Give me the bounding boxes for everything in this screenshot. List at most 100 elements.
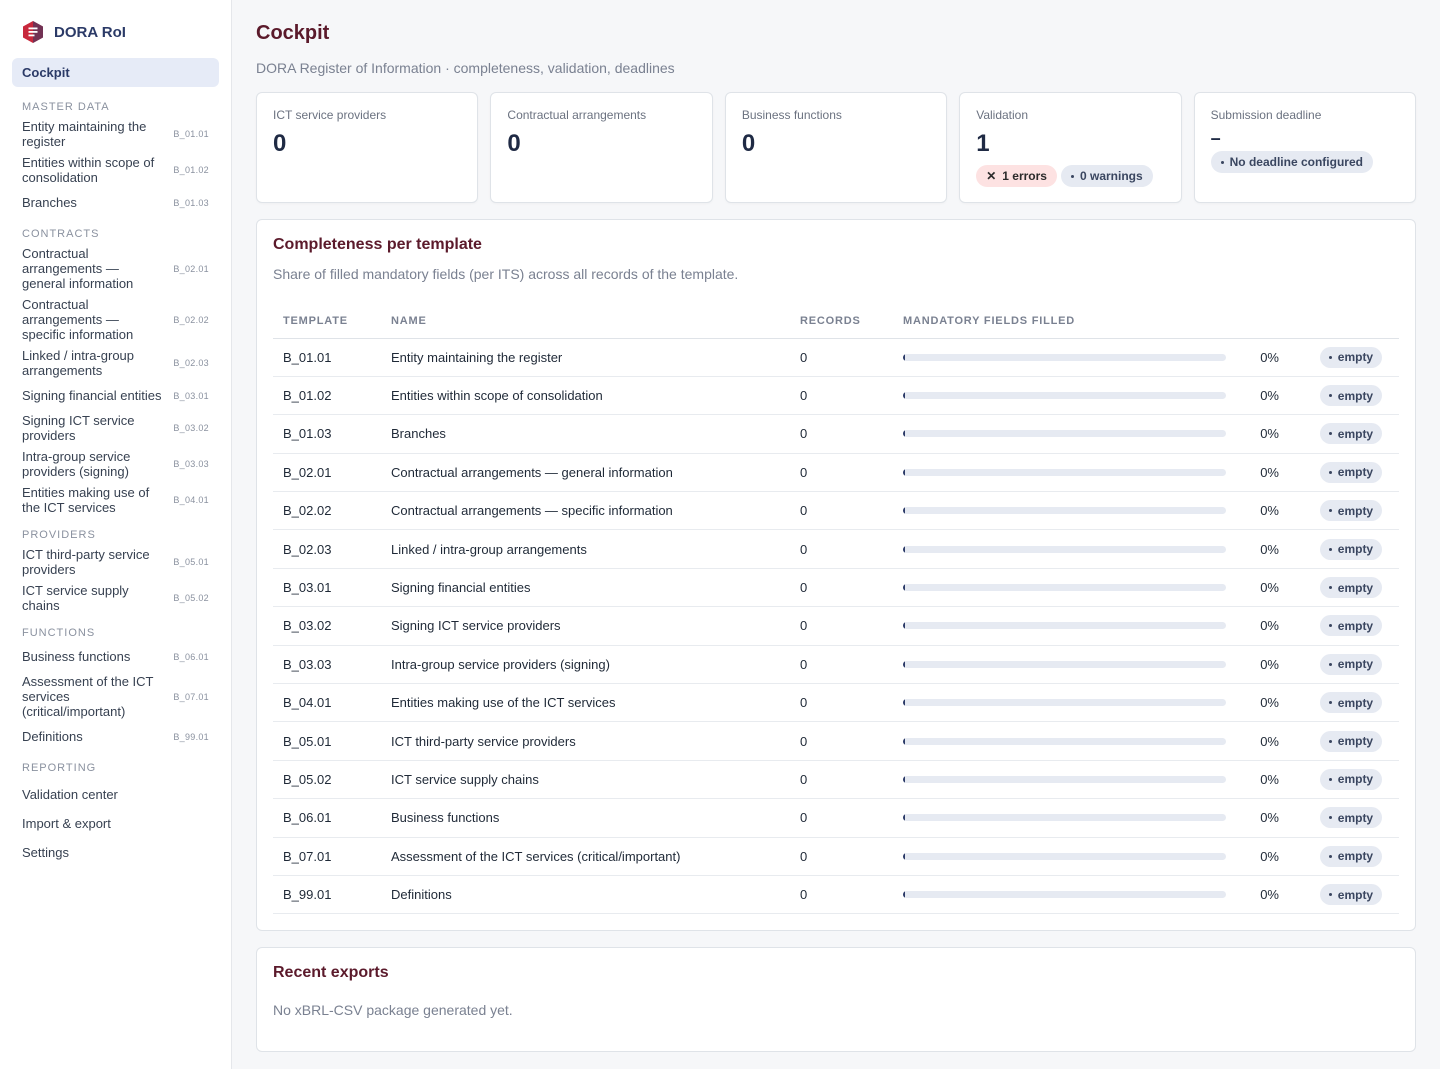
cell-name: Intra-group service providers (signing) bbox=[381, 645, 790, 685]
dot-icon bbox=[1328, 662, 1332, 666]
table-row[interactable]: B_04.01 Entities making use of the ICT se… bbox=[273, 683, 1399, 723]
sidebar-item-b_99-01[interactable]: Definitions B_99.01 bbox=[12, 725, 219, 748]
sidebar-item-b_04-01[interactable]: Entities making use of the ICT services B… bbox=[12, 485, 219, 515]
sidebar-item-b_03-03[interactable]: Intra-group service providers (signing) B… bbox=[12, 449, 219, 479]
table-row[interactable]: B_03.02 Signing ICT service providers 0 0% e… bbox=[273, 606, 1399, 646]
dot-icon bbox=[1328, 893, 1332, 897]
cell-status: empty bbox=[1319, 338, 1399, 377]
errors-badge[interactable]: ✕ 1 errors bbox=[976, 165, 1057, 187]
table-row[interactable]: B_01.01 Entity maintaining the register 0 0… bbox=[273, 338, 1399, 377]
kpi-cards: ICT service providers 0 Contractual arra… bbox=[256, 92, 1417, 203]
cell-status: empty bbox=[1319, 875, 1399, 915]
progress-bar-fill bbox=[903, 660, 905, 668]
cell-records: 0 bbox=[790, 683, 893, 723]
cell-status: empty bbox=[1319, 453, 1399, 493]
card-validation[interactable]: Validation 1 ✕ 1 errors 0 warnings bbox=[959, 92, 1182, 203]
sidebar-item-code: B_02.01 bbox=[173, 263, 209, 274]
table-row[interactable]: B_02.01 Contractual arrangements — genera… bbox=[273, 453, 1399, 493]
progress-bar-fill bbox=[903, 353, 905, 361]
sidebar-item-b_02-03[interactable]: Linked / intra-group arrangements B_02.03 bbox=[12, 348, 219, 378]
sidebar-item-b_05-01[interactable]: ICT third-party service providers B_05.01 bbox=[12, 547, 219, 577]
progress-bar bbox=[903, 737, 1226, 745]
cell-progress bbox=[893, 798, 1227, 838]
table-row[interactable]: B_01.03 Branches 0 0% empty bbox=[273, 414, 1399, 454]
card-label: ICT service providers bbox=[273, 108, 387, 122]
header-records[interactable]: RECORDS bbox=[790, 304, 893, 339]
sidebar-item-b_05-02[interactable]: ICT service supply chains B_05.02 bbox=[12, 583, 219, 613]
cell-name: Branches bbox=[381, 414, 790, 454]
sidebar-item-label: Entity maintaining the register bbox=[22, 119, 147, 149]
cell-percent: 0% bbox=[1227, 376, 1320, 416]
table-row[interactable]: B_06.01 Business functions 0 0% empty bbox=[273, 798, 1399, 838]
cell-name: Assessment of the ICT services (critical… bbox=[381, 837, 790, 876]
sidebar-item-settings[interactable]: Settings bbox=[12, 838, 219, 867]
sidebar-item-b_02-02[interactable]: Contractual arrangements — specific info… bbox=[12, 297, 219, 342]
cell-records: 0 bbox=[790, 376, 893, 416]
cell-percent: 0% bbox=[1227, 606, 1320, 646]
progress-bar-fill bbox=[903, 699, 905, 707]
completeness-subtitle: Share of filled mandatory fields (per IT… bbox=[273, 266, 739, 282]
warnings-badge[interactable]: 0 warnings bbox=[1060, 165, 1153, 187]
completeness-title: Completeness per template bbox=[273, 236, 482, 253]
sidebar-item-b_06-01[interactable]: Business functions B_06.01 bbox=[12, 645, 219, 668]
table-row[interactable]: B_03.01 Signing financial entities 0 0% empt… bbox=[273, 568, 1399, 608]
sidebar-item-import-export[interactable]: Import & export bbox=[12, 809, 219, 838]
nav-item-cockpit[interactable]: Cockpit bbox=[12, 58, 219, 87]
table-row[interactable]: B_02.03 Linked / intra-group arrangements… bbox=[273, 529, 1399, 569]
dot-icon bbox=[1328, 777, 1332, 781]
card-contracts[interactable]: Contractual arrangements 0 bbox=[490, 92, 713, 203]
sidebar-item-validation-center[interactable]: Validation center bbox=[12, 780, 219, 809]
sidebar-item-code: B_01.03 bbox=[173, 197, 209, 208]
progress-bar-fill bbox=[903, 814, 905, 822]
table-row[interactable]: B_05.02 ICT service supply chains 0 0% empty bbox=[273, 760, 1399, 800]
sidebar-item-b_01-01[interactable]: Entity maintaining the register B_01.01 bbox=[12, 119, 219, 149]
sidebar-item-b_01-03[interactable]: Branches B_01.03 bbox=[12, 191, 219, 214]
page-subtitle: DORA Register of Information · completen… bbox=[256, 60, 675, 76]
cell-name: Entities making use of the ICT services bbox=[381, 683, 790, 723]
percent-value: 0% bbox=[1260, 733, 1279, 749]
card-ict-providers[interactable]: ICT service providers 0 bbox=[256, 92, 479, 203]
card-business-functions[interactable]: Business functions 0 bbox=[724, 92, 948, 203]
sidebar-item-label: Entities making use of the ICT services bbox=[22, 485, 150, 515]
sidebar-item-label: Contractual arrangements — general infor… bbox=[22, 246, 134, 291]
cell-status: empty bbox=[1319, 683, 1399, 723]
dot-icon bbox=[1328, 739, 1332, 743]
table-row[interactable]: B_99.01 Definitions 0 0% empty bbox=[273, 875, 1399, 915]
sidebar-item-label: Assessment of the ICT services (critical… bbox=[22, 674, 154, 719]
cell-template: B_01.03 bbox=[273, 414, 381, 454]
cell-progress bbox=[893, 491, 1227, 531]
nav-sections: MASTER DATA Entity maintaining the regist… bbox=[12, 101, 219, 867]
card-label: Contractual arrangements bbox=[507, 108, 647, 122]
table-row[interactable]: B_05.01 ICT third-party service providers… bbox=[273, 721, 1399, 761]
header-mandatory-filled[interactable]: MANDATORY FIELDS FILLED bbox=[893, 304, 1399, 339]
sidebar-item-b_02-01[interactable]: Contractual arrangements — general infor… bbox=[12, 246, 219, 291]
status-badge: empty bbox=[1319, 346, 1383, 368]
cell-status: empty bbox=[1319, 837, 1399, 876]
dot-icon bbox=[1328, 547, 1332, 551]
table-row[interactable]: B_07.01 Assessment of the ICT services (c… bbox=[273, 837, 1399, 876]
sidebar-item-b_03-01[interactable]: Signing financial entities B_03.01 bbox=[12, 384, 219, 407]
deadline-status-badge: No deadline configured bbox=[1210, 151, 1373, 173]
sidebar-item-b_01-02[interactable]: Entities within scope of consolidation B_… bbox=[12, 155, 219, 185]
brand[interactable]: DORA RoI bbox=[12, 18, 219, 46]
cell-status: empty bbox=[1319, 568, 1399, 608]
page-title: Cockpit bbox=[256, 22, 330, 44]
sidebar-item-b_03-02[interactable]: Signing ICT service providers B_03.02 bbox=[12, 413, 219, 443]
table-row[interactable]: B_03.03 Intra-group service providers (si… bbox=[273, 645, 1399, 685]
cell-status: empty bbox=[1319, 414, 1399, 454]
status-label: empty bbox=[1337, 810, 1374, 825]
sidebar-item-code: B_03.02 bbox=[173, 423, 209, 433]
sidebar-item-b_07-01[interactable]: Assessment of the ICT services (critical… bbox=[12, 674, 219, 719]
progress-bar-fill bbox=[903, 392, 905, 400]
card-label: Business functions bbox=[741, 108, 842, 122]
table-row[interactable]: B_01.02 Entities within scope of consolid… bbox=[273, 376, 1399, 416]
card-value: 0 bbox=[741, 130, 756, 157]
percent-value: 0% bbox=[1260, 771, 1279, 787]
status-badge: empty bbox=[1319, 730, 1383, 752]
table-row[interactable]: B_02.02 Contractual arrangements — specif… bbox=[273, 491, 1399, 531]
header-name[interactable]: NAME bbox=[381, 304, 790, 339]
cell-percent: 0% bbox=[1227, 798, 1320, 838]
header-template[interactable]: TEMPLATE bbox=[273, 304, 381, 339]
sidebar-item-code: B_07.01 bbox=[173, 691, 209, 702]
card-submission-deadline[interactable]: Submission deadline – No deadline config… bbox=[1193, 92, 1417, 203]
